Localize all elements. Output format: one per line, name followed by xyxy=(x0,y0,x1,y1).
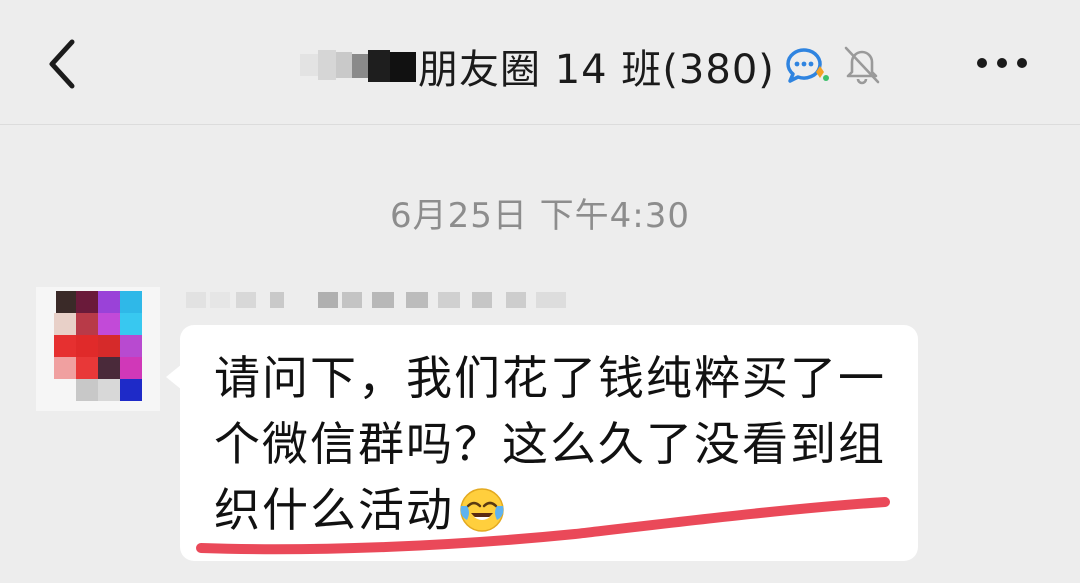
chat-title-area: 朋友圈 14 班(380) xyxy=(300,38,775,94)
redacted-group-prefix xyxy=(300,50,416,82)
muted-bell-icon xyxy=(844,46,880,85)
chevron-left-icon xyxy=(49,39,75,89)
group-chat-badge-icon xyxy=(786,48,829,83)
message-text: 请问下，我们花了钱纯粹买了一 个微信群吗？这么久了没看到组 织什么活动 xyxy=(214,345,894,543)
message-bubble[interactable]: 请问下，我们花了钱纯粹买了一 个微信群吗？这么久了没看到组 织什么活动 xyxy=(180,325,918,561)
sender-avatar[interactable] xyxy=(36,287,160,411)
redacted-sender-name xyxy=(186,292,566,308)
more-dots-icon xyxy=(977,58,1027,68)
chat-header: 朋友圈 14 班(380) xyxy=(0,0,1080,125)
chat-screen: 朋友圈 14 班(380) 6月25日 下午4:30 请问下，我们花了钱纯粹买了… xyxy=(0,0,1080,583)
more-options-button[interactable] xyxy=(972,48,1032,78)
back-button[interactable] xyxy=(36,34,96,94)
message-line-last: 织什么活动 xyxy=(214,477,894,543)
message-line: 请问下，我们花了钱纯粹买了一 xyxy=(214,351,886,405)
tears-of-joy-emoji-icon xyxy=(460,488,504,532)
page-title: 朋友圈 14 班(380) xyxy=(418,47,775,93)
message-line-text: 织什么活动 xyxy=(214,483,454,537)
message-line: 个微信群吗？这么久了没看到组 xyxy=(214,417,886,471)
message-timestamp: 6月25日 下午4:30 xyxy=(389,196,691,236)
